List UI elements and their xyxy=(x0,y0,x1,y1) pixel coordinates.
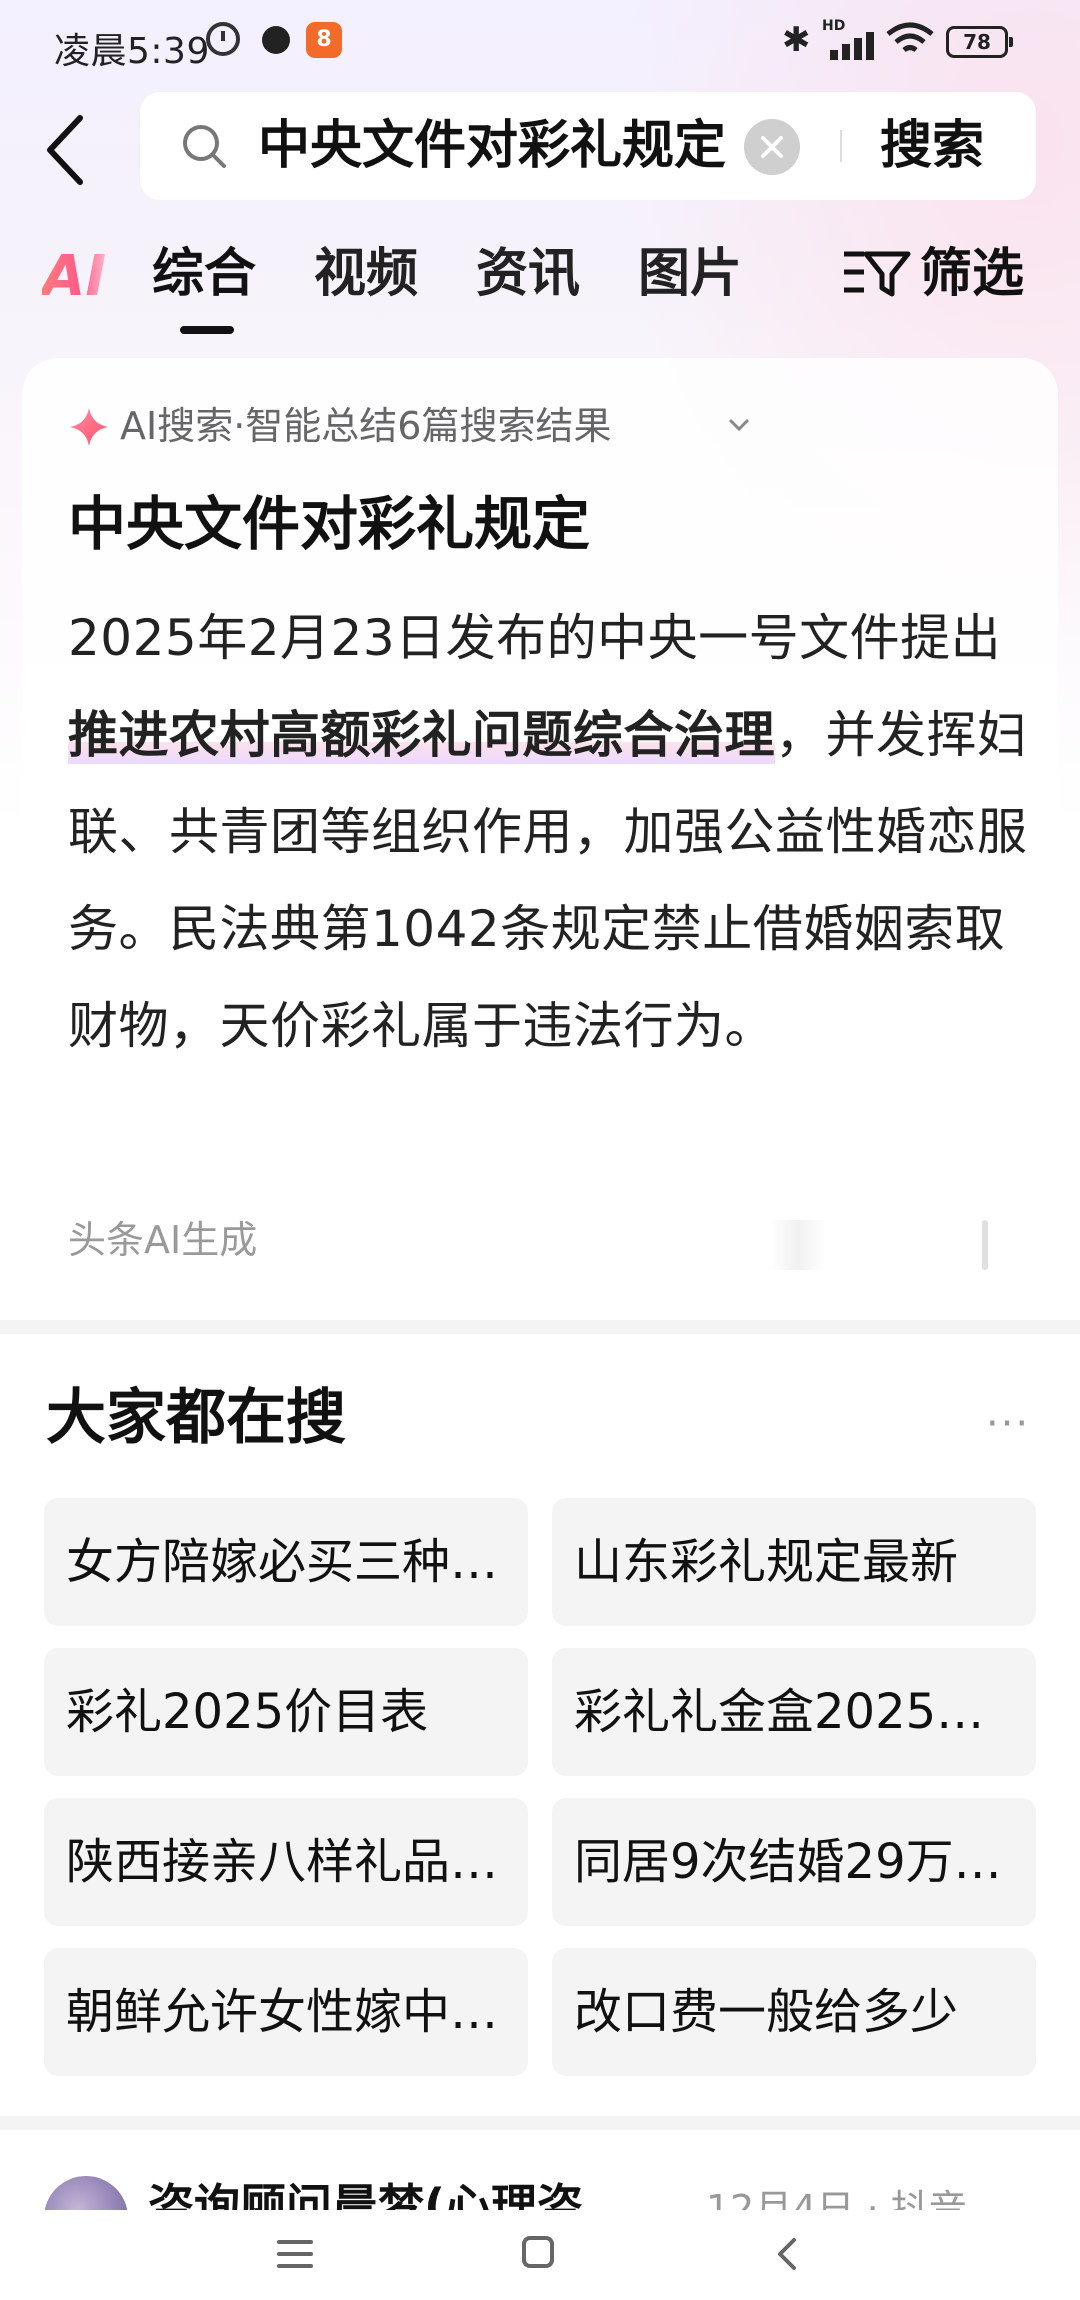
chevron-down-icon xyxy=(729,419,749,432)
section-divider xyxy=(0,2116,1080,2130)
trending-search-text: 彩礼2025价目表 xyxy=(66,1684,429,1740)
tab-comprehensive[interactable]: 综合 xyxy=(152,242,256,306)
filter-label: 筛选 xyxy=(920,244,1025,304)
avatar[interactable] xyxy=(44,2176,128,2210)
trending-search-chip[interactable]: 彩礼礼金盒2025新款 xyxy=(552,1648,1036,1776)
search-bar[interactable]: 中央文件对彩礼规定 搜索 xyxy=(140,92,1036,200)
trending-search-chip[interactable]: 朝鲜允许女性嫁中国人 xyxy=(44,1948,528,2076)
trending-search-chip[interactable]: 女方陪嫁必买三种东西 xyxy=(44,1498,528,1626)
signal-icon xyxy=(822,24,874,60)
app-notification-icon: 8 xyxy=(306,22,342,58)
recent-apps-icon[interactable] xyxy=(277,2240,313,2268)
back-arrow-icon[interactable] xyxy=(38,110,98,190)
ai-summary-title: 中央文件对彩礼规定 xyxy=(68,490,591,558)
result-list-item[interactable]: 咨询顾问晨梦(心理咨 12月4日 · 抖音 xyxy=(0,2130,1080,2210)
trending-search-chip[interactable]: 彩礼2025价目表 xyxy=(44,1648,528,1776)
ai-sparkle-icon xyxy=(70,408,108,446)
wifi-icon xyxy=(886,22,934,53)
trending-search-text: 山东彩礼规定最新 xyxy=(574,1534,959,1590)
ai-summary-header-text: AI搜索·智能总结6篇搜索结果 xyxy=(120,404,612,448)
trending-search-chip[interactable]: 同居9次结婚29万彩礼 xyxy=(552,1798,1036,1926)
status-time: 凌晨5:39 xyxy=(54,31,210,72)
search-button[interactable]: 搜索 xyxy=(880,116,984,176)
trending-search-chip[interactable]: 陕西接亲八样礼品清单 xyxy=(44,1798,528,1926)
ai-summary-card[interactable]: AI搜索·智能总结6篇搜索结果 中央文件对彩礼规定 2025年2月23日发布的中… xyxy=(22,358,1058,1308)
ai-summary-highlight[interactable]: 推进农村高额彩礼问题综合治理 xyxy=(68,706,775,764)
search-divider xyxy=(840,130,842,162)
card-action-placeholder xyxy=(982,1220,988,1270)
trending-search-text: 朝鲜允许女性嫁中国人 xyxy=(66,1984,506,2040)
status-bar: 凌晨5:39 8 ✱ HD 78 xyxy=(0,0,1080,88)
filter-icon xyxy=(844,251,911,297)
system-nav-bar xyxy=(0,2210,1080,2300)
trending-search-text: 陕西接亲八样礼品清单 xyxy=(66,1834,506,1890)
trending-search-chip[interactable]: 山东彩礼规定最新 xyxy=(552,1498,1036,1626)
tab-ai[interactable]: AI xyxy=(42,244,106,309)
ai-summary-body: 2025年2月23日发布的中央一号文件提出推进农村高额彩礼问题综合治理，并发挥妇… xyxy=(68,590,1028,1075)
battery-icon: 78 xyxy=(946,26,1013,58)
active-tab-indicator xyxy=(180,326,234,334)
more-options-icon[interactable]: ··· xyxy=(986,1404,1030,1444)
trending-search-chip[interactable]: 改口费一般给多少 xyxy=(552,1948,1036,2076)
notification-dot-icon xyxy=(262,26,290,54)
ai-summary-body-part1: 2025年2月23日发布的中央一号文件提出 xyxy=(68,609,1002,667)
trending-search-text: 女方陪嫁必买三种东西 xyxy=(66,1534,506,1590)
trending-search-text: 彩礼礼金盒2025新款 xyxy=(574,1684,1014,1740)
system-back-icon[interactable] xyxy=(768,2234,808,2274)
alarm-icon xyxy=(206,22,240,56)
trending-search-text: 同居9次结婚29万彩礼 xyxy=(574,1834,1014,1890)
tab-video[interactable]: 视频 xyxy=(314,242,418,306)
result-meta: 12月4日 · 抖音 xyxy=(706,2187,967,2210)
card-action-placeholder xyxy=(770,1220,826,1270)
trending-searches-section: 大家都在搜 ··· 女方陪嫁必买三种东西 山东彩礼规定最新 彩礼2025价目表 … xyxy=(0,1334,1080,2126)
home-icon[interactable] xyxy=(522,2236,554,2268)
search-icon xyxy=(183,125,226,168)
result-author-name: 咨询顾问晨梦(心理咨 xyxy=(148,2179,584,2210)
tab-news[interactable]: 资讯 xyxy=(476,242,580,306)
trending-search-text: 改口费一般给多少 xyxy=(574,1984,959,2040)
section-divider xyxy=(0,1320,1080,1334)
ai-generated-label: 头条AI生成 xyxy=(68,1218,258,1262)
trending-searches-title: 大家都在搜 xyxy=(46,1383,346,1453)
bluetooth-icon: ✱ xyxy=(782,20,811,60)
tab-images[interactable]: 图片 xyxy=(638,242,742,306)
search-tabs: AI 综合 视频 资讯 图片 筛选 xyxy=(0,236,1080,336)
clear-search-icon[interactable] xyxy=(744,119,800,175)
